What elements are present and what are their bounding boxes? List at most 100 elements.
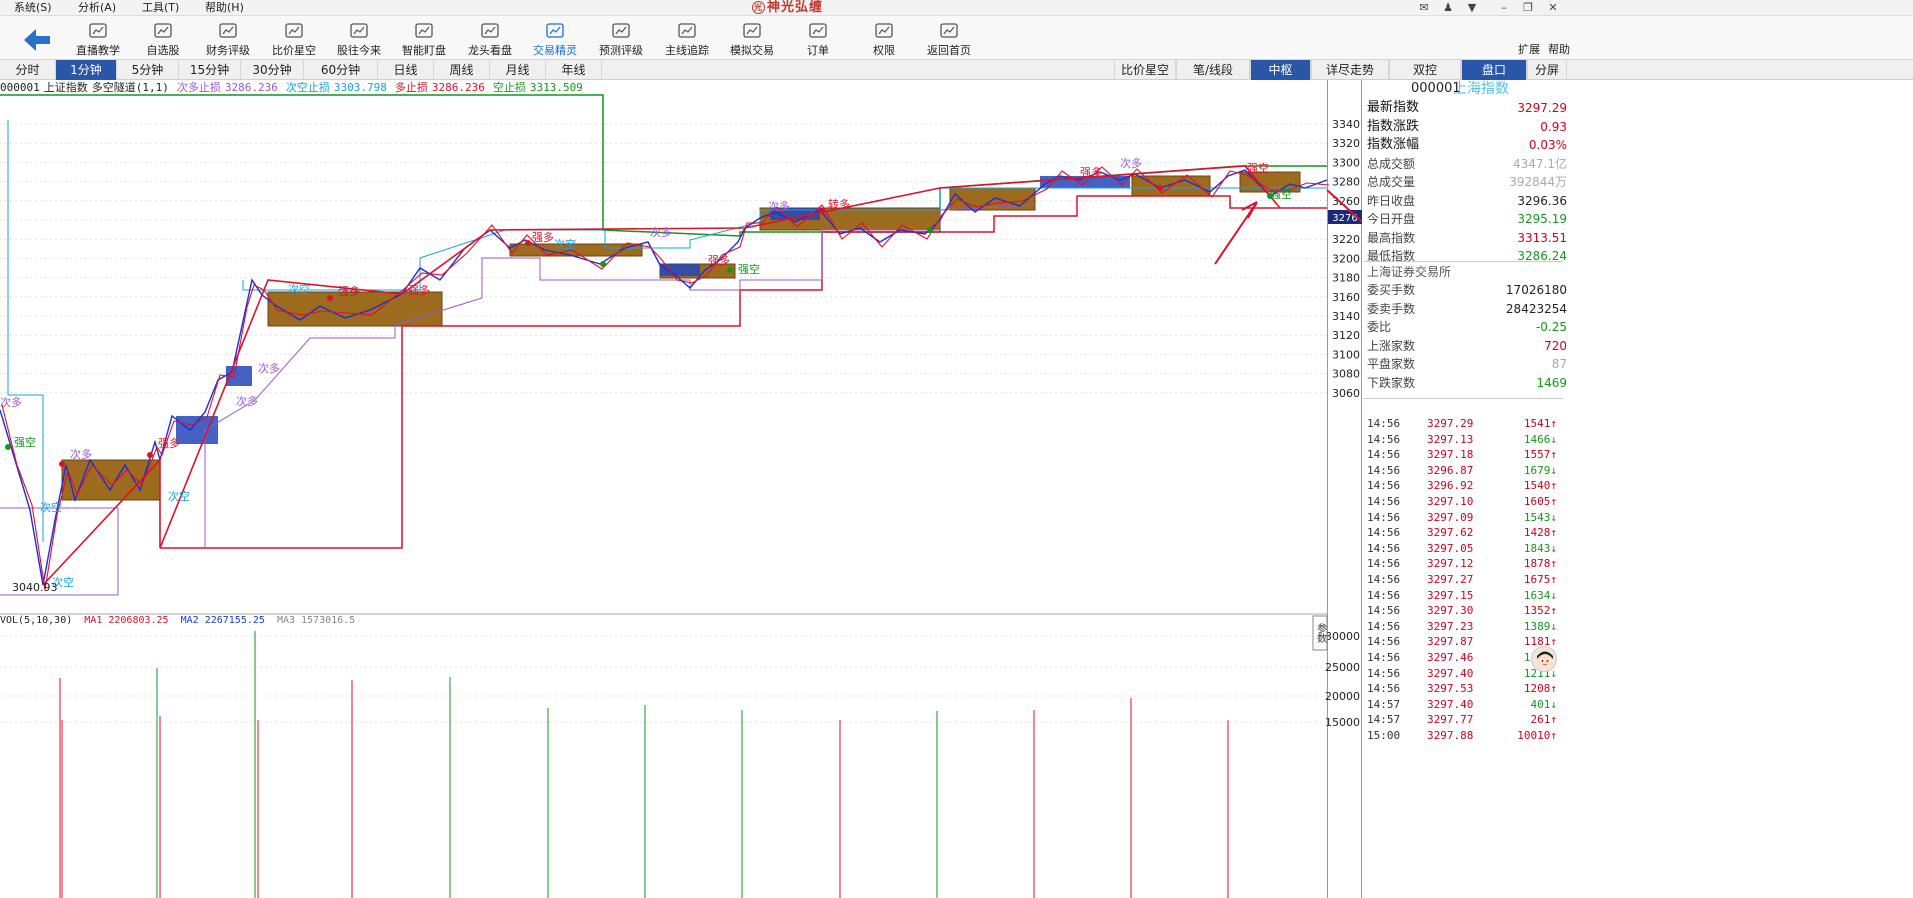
app-title-text: 神光弘缠 — [767, 0, 824, 15]
quote-row-label: 最高指数 — [1367, 230, 1416, 245]
arrow-up-icon: ↑ — [1550, 604, 1557, 618]
period-tab-9[interactable]: 月线 — [490, 60, 546, 80]
price-axis-label: 3100 — [1332, 348, 1360, 361]
panel-divider — [1363, 398, 1563, 399]
vol-ma1: MA1 2206803.25 — [84, 615, 169, 626]
price-axis-label: 3140 — [1332, 310, 1360, 323]
quote-row-label: 总成交额 — [1367, 156, 1416, 171]
market-stat-row: 委比 -0.25 — [1367, 318, 1567, 336]
menu-system[interactable]: 系统(S) — [14, 0, 52, 16]
toolbar-button-1[interactable]: 直播教学 — [66, 18, 130, 60]
tick-price: 3296.87 — [1427, 463, 1474, 477]
period-tab-6[interactable]: 60分钟 — [304, 60, 378, 80]
period-tab-7[interactable]: 日线 — [378, 60, 434, 80]
user-icon[interactable]: ♟ — [1440, 1, 1456, 15]
assistant-avatar[interactable] — [1531, 646, 1557, 672]
view-tab-1[interactable]: 比价星空 — [1114, 60, 1176, 80]
quote-row-label: 指数涨跌 — [1367, 118, 1420, 134]
tick-volume-cell: 261↑ — [1531, 712, 1558, 728]
quote-row-value: 3297.29 — [1517, 101, 1567, 115]
toolbar-button-8[interactable]: 交易精灵 — [523, 18, 587, 60]
tick-row: 14:56 3297.87 1181↑ — [1363, 634, 1563, 650]
toolbar-button-13[interactable]: 权限 — [852, 18, 916, 60]
market-stat-row: 委买手数 17026180 — [1367, 281, 1567, 299]
market-stat-label: 委买手数 — [1367, 283, 1416, 297]
market-stat-value: 28423254 — [1505, 301, 1567, 316]
period-tab-1[interactable]: 分时 — [0, 60, 56, 80]
period-bar: 分时 1分钟 5分钟 15分钟 30分钟 60分钟 日线 周线 月线 年线 比价星空 笔/线段 中枢 详尽… — [0, 60, 1913, 80]
menu-help[interactable]: 帮助(H) — [205, 0, 244, 16]
trade-wizard-icon — [546, 23, 564, 38]
toolbar-button-2[interactable]: 自选股 — [131, 18, 195, 60]
tick-volume-cell: 1878↑ — [1524, 556, 1557, 572]
toolbar-button-12[interactable]: 订单 — [786, 18, 850, 60]
view-tab-3[interactable]: 中枢 — [1250, 60, 1311, 80]
tick-row: 14:56 3297.05 1843↓ — [1363, 541, 1563, 557]
back-arrow-icon[interactable] — [22, 26, 52, 54]
period-tab-3[interactable]: 5分钟 — [117, 60, 179, 80]
tick-time: 14:56 — [1367, 510, 1401, 524]
quote-row: 指数涨跌 0.93 — [1367, 118, 1567, 136]
period-tab-10[interactable]: 年线 — [546, 60, 602, 80]
view-tab-4[interactable]: 详尽走势 — [1311, 60, 1389, 80]
toolbar-button-4[interactable]: 比价星空 — [262, 18, 326, 60]
signal-dot — [727, 267, 733, 273]
view-tab-7[interactable]: 分屏 — [1527, 60, 1567, 80]
toolbar-button-3[interactable]: 财务评级 — [196, 18, 260, 60]
toolbar-button-6[interactable]: 智能盯盘 — [392, 18, 456, 60]
price-compare-icon — [285, 23, 303, 38]
tick-volume-cell: 1428↑ — [1524, 525, 1557, 541]
tick-time: 14:56 — [1367, 526, 1401, 540]
toolbar-button-11[interactable]: 模拟交易 — [720, 18, 784, 60]
maximize-icon[interactable]: ❐ — [1520, 1, 1536, 15]
period-tab-5[interactable]: 30分钟 — [241, 60, 304, 80]
market-stat-label: 平盘家数 — [1367, 357, 1416, 371]
sub-long-stop-line — [0, 204, 1036, 596]
period-tab-2[interactable]: 1分钟 — [56, 60, 117, 80]
tick-time: 14:56 — [1367, 479, 1401, 493]
tick-volume: 10010 — [1517, 729, 1551, 742]
toolbar-button-label: 股往今来 — [337, 44, 381, 57]
close-icon[interactable]: ✕ — [1545, 1, 1561, 15]
tick-row: 14:56 3297.12 1878↑ — [1363, 556, 1563, 572]
market-stat-label: 上涨家数 — [1367, 338, 1416, 353]
quote-row: 最高指数 3313.51 — [1367, 229, 1567, 247]
tick-time: 14:56 — [1367, 635, 1401, 649]
price-axis-label: 3160 — [1332, 291, 1360, 304]
help-button[interactable]: 帮助 — [1548, 41, 1570, 57]
toolbar-button-14[interactable]: 返回首页 — [917, 18, 981, 60]
toolbar-button-7[interactable]: 龙头看盘 — [458, 18, 522, 60]
forecast-rating-icon — [612, 23, 630, 38]
params-button[interactable]: 参数 — [1315, 622, 1327, 644]
mail-icon[interactable]: ✉ — [1416, 1, 1432, 15]
tick-price: 3297.53 — [1427, 682, 1474, 696]
view-tab-6[interactable]: 盘口 — [1461, 60, 1527, 80]
tick-row: 14:56 3297.62 1428↑ — [1363, 525, 1563, 541]
minimize-icon[interactable]: – — [1496, 1, 1512, 15]
menu-analysis[interactable]: 分析(A) — [78, 0, 116, 16]
period-tab-4[interactable]: 15分钟 — [179, 60, 241, 80]
skin-icon[interactable]: ▼ — [1464, 1, 1480, 15]
period-tab-8[interactable]: 周线 — [434, 60, 490, 80]
quote-row: 总成交额 4347.1亿 — [1367, 155, 1567, 173]
view-tab-2[interactable]: 笔/线段 — [1176, 60, 1250, 80]
tick-row: 14:56 3296.87 1679↓ — [1363, 463, 1563, 479]
toolbar-button-5[interactable]: 股往今来 — [327, 18, 391, 60]
view-tab-5[interactable]: 双控 — [1389, 60, 1461, 80]
order-icon — [809, 23, 827, 38]
kline-chart[interactable]: 3340332033003280326032403220320031803160… — [0, 80, 1362, 898]
toolbar-button-10[interactable]: 主线追踪 — [655, 18, 719, 60]
expand-button[interactable]: 扩展 — [1518, 41, 1540, 57]
market-stat-value: 17026180 — [1505, 283, 1567, 297]
toolbar-button-9[interactable]: 预测评级 — [589, 18, 653, 60]
arrow-down-icon: ↓ — [1550, 697, 1557, 711]
signal-annotation: 强多 — [1080, 165, 1102, 179]
quote-row: 最新指数 3297.29 — [1367, 99, 1567, 117]
market-stat-label: 委比 — [1367, 320, 1392, 334]
panel-divider — [1363, 261, 1563, 262]
tick-row: 14:56 3297.53 1208↑ — [1363, 681, 1563, 697]
tick-time: 14:56 — [1367, 463, 1401, 477]
tick-price: 3296.92 — [1427, 479, 1474, 493]
menu-tools[interactable]: 工具(T) — [142, 0, 179, 16]
arrow-up-icon: ↑ — [1550, 729, 1557, 742]
